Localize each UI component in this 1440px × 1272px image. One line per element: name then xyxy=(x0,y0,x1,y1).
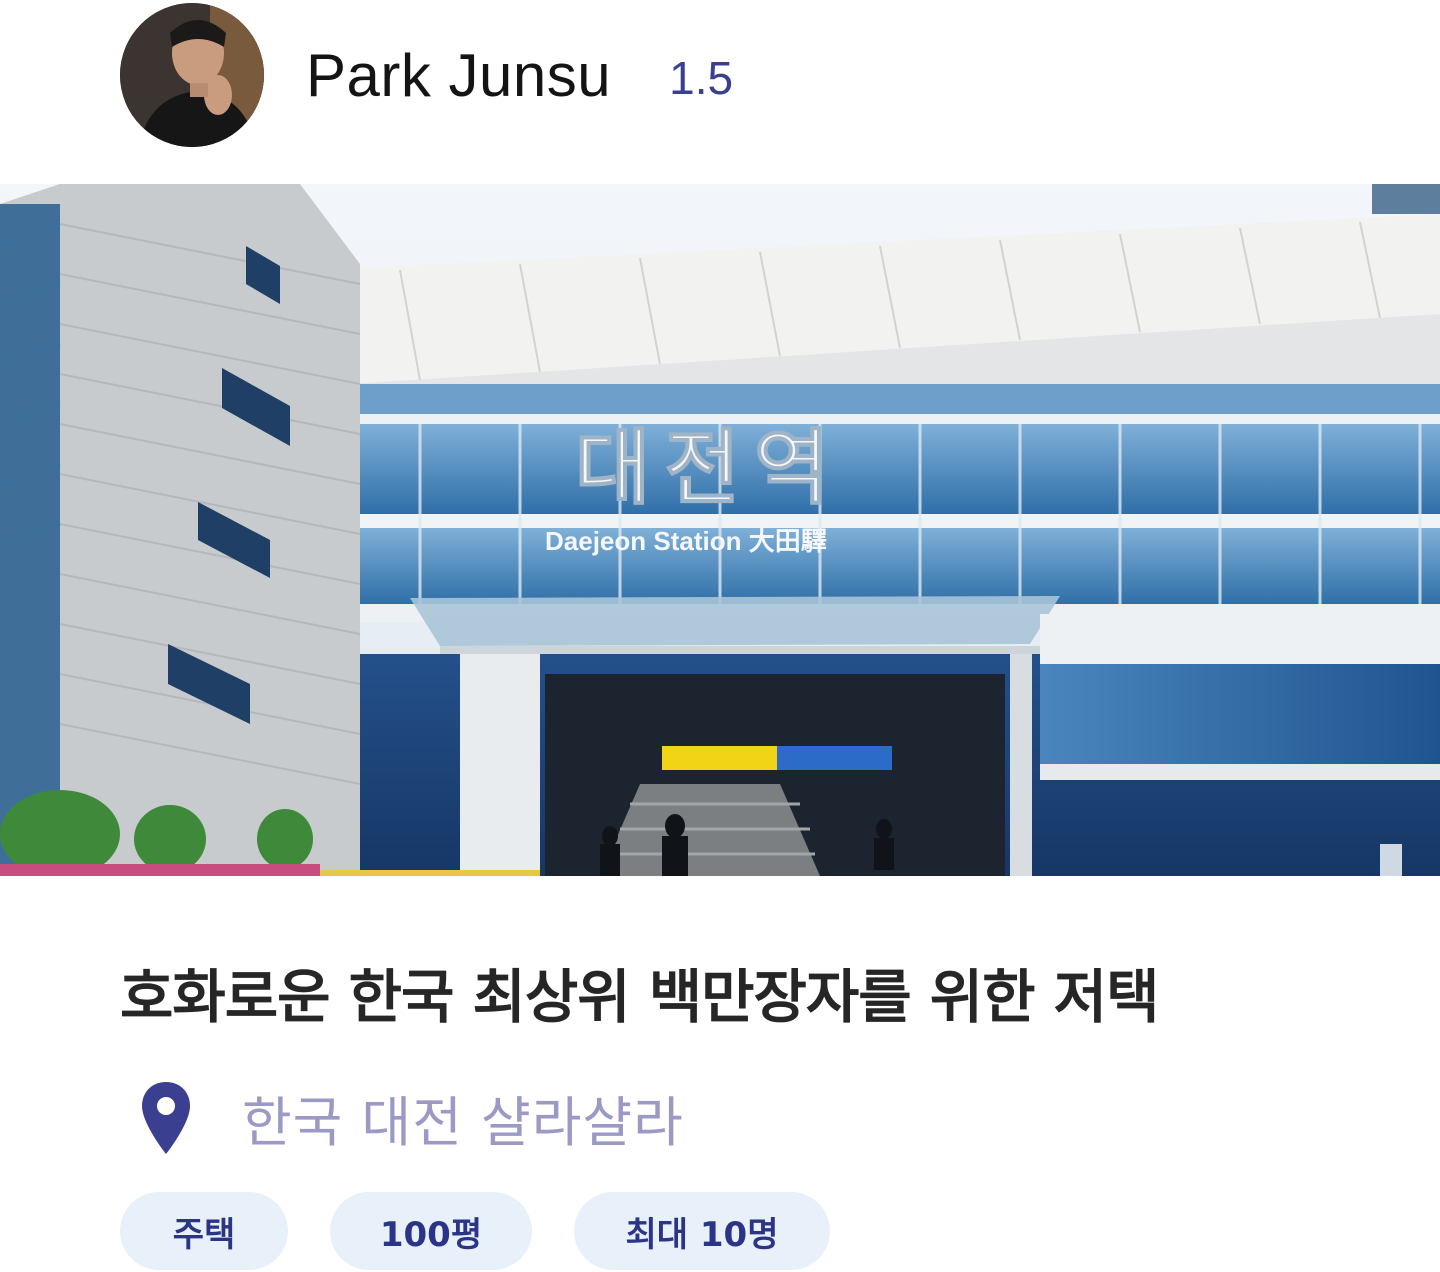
host-header: Park Junsu 1.5 xyxy=(120,0,733,150)
tag-house-type[interactable]: 주택 xyxy=(120,1192,288,1270)
listing-title: 호화로운 한국 최상위 백만장자를 위한 저택 xyxy=(120,963,1159,1031)
tag-max-guests[interactable]: 최대 10명 xyxy=(574,1192,830,1270)
map-pin-icon xyxy=(142,1081,190,1154)
host-rating: 1.5 xyxy=(669,52,734,104)
listing-location: 한국 대전 샬라샬라 xyxy=(140,1078,684,1157)
listing-tags: 주택 100평 최대 10명 xyxy=(120,1192,872,1270)
tag-area[interactable]: 100평 xyxy=(330,1192,532,1270)
station-sign-korean: 대전역 xyxy=(575,421,843,516)
host-avatar-image xyxy=(120,3,264,147)
location-text: 한국 대전 샬라샬라 xyxy=(242,1091,684,1154)
host-name: Park Junsu xyxy=(306,41,612,109)
host-avatar[interactable] xyxy=(120,3,264,147)
listing-photo[interactable]: 대전역 Daejeon Station 大田驛 xyxy=(0,184,1440,876)
station-photo: 대전역 Daejeon Station 大田驛 xyxy=(0,184,1440,876)
station-sign-english: Daejeon Station 大田驛 xyxy=(545,526,827,556)
